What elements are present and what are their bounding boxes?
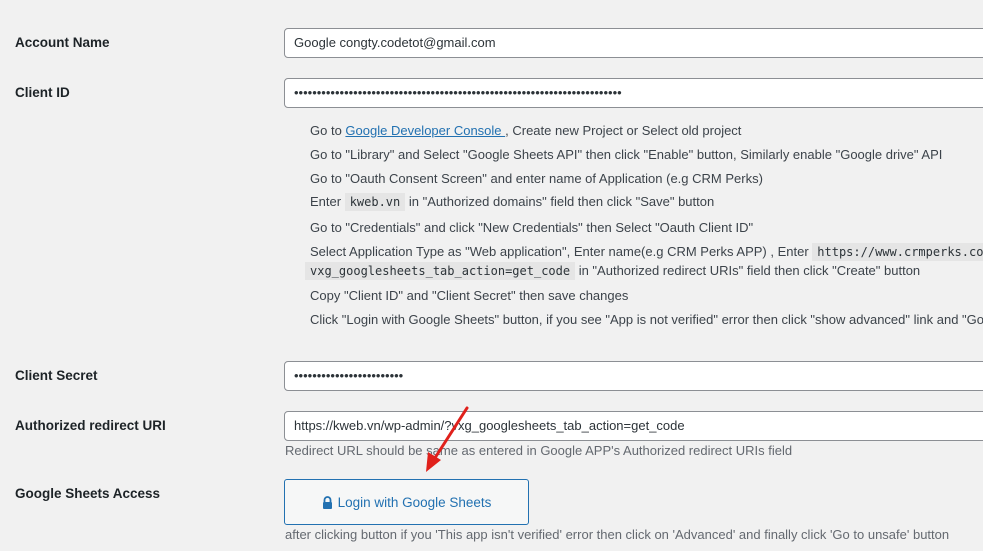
redirect-code-part1: https://www.crmperks.com/ (812, 243, 983, 261)
lock-icon (322, 495, 333, 509)
redirect-uri-label: Authorized redirect URI (15, 418, 166, 433)
client-secret-field[interactable]: •••••••••••••••••••••••• (284, 361, 983, 391)
settings-page: Account Name Google congty.codetot@gmail… (0, 0, 983, 551)
instruction-step-4: Enter kweb.vn in "Authorized domains" fi… (310, 193, 715, 211)
google-developer-console-link[interactable]: Google Developer Console (345, 123, 505, 138)
login-button-label: Login with Google Sheets (337, 494, 492, 510)
instruction-step-6: Select Application Type as "Web applicat… (310, 243, 983, 261)
instruction-step-7: Copy "Client ID" and "Client Secret" the… (310, 288, 629, 303)
client-id-field[interactable]: ••••••••••••••••••••••••••••••••••••••••… (284, 78, 983, 108)
redirect-uri-hint: Redirect URL should be same as entered i… (285, 443, 793, 458)
sheets-access-hint: after clicking button if you 'This app i… (285, 527, 950, 542)
domain-code: kweb.vn (344, 193, 406, 211)
instruction-step-3: Go to "Oauth Consent Screen" and enter n… (310, 171, 763, 186)
client-id-label: Client ID (15, 85, 70, 100)
account-name-field[interactable]: Google congty.codetot@gmail.com (284, 28, 983, 58)
redirect-code-part2: vxg_googlesheets_tab_action=get_code (305, 262, 576, 280)
instruction-step-1: Go to Google Developer Console , Create … (310, 123, 742, 138)
account-name-label: Account Name (15, 35, 110, 50)
instruction-step-6-cont: vxg_googlesheets_tab_action=get_code in … (305, 262, 920, 280)
instruction-step-5: Go to "Credentials" and click "New Crede… (310, 220, 754, 235)
redirect-uri-field[interactable]: https://kweb.vn/wp-admin/?vxg_googleshee… (284, 411, 983, 441)
client-secret-label: Client Secret (15, 368, 98, 383)
login-with-google-sheets-button[interactable]: Login with Google Sheets (284, 479, 529, 525)
instruction-step-2: Go to "Library" and Select "Google Sheet… (310, 147, 943, 162)
sheets-access-label: Google Sheets Access (15, 486, 161, 501)
instruction-step-8: Click "Login with Google Sheets" button,… (310, 312, 983, 327)
